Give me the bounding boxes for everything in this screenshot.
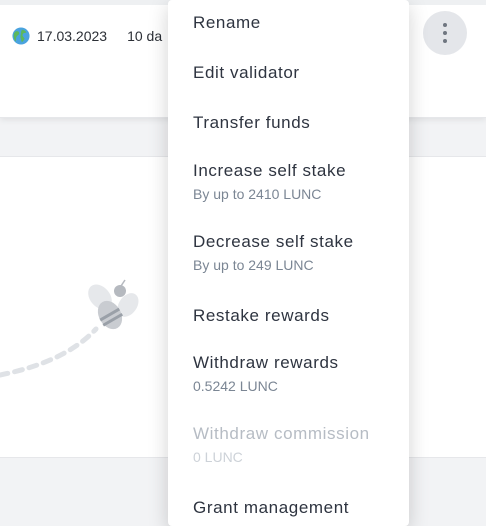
menu-item-label: Restake rewards [193, 306, 330, 325]
menu-item-transfer-funds[interactable]: Transfer funds [193, 113, 403, 133]
menu-item-label: Withdraw rewards [193, 353, 339, 372]
menu-item-sublabel: 0 LUNC [193, 449, 243, 465]
validator-actions-menu: Rename Edit validator Transfer funds Inc… [168, 0, 409, 526]
menu-item-label: Decrease self stake [193, 232, 354, 251]
menu-item-grant-management[interactable]: Grant management [193, 498, 403, 518]
more-options-button[interactable] [423, 11, 467, 55]
days-label: 10 da [127, 28, 163, 44]
menu-item-label: Withdraw commission [193, 424, 370, 443]
menu-item-label: Increase self stake [193, 161, 347, 180]
validator-info-row: 17.03.2023 10 da [12, 26, 162, 46]
bee-illustration-icon [0, 279, 139, 378]
menu-item-sublabel: By up to 2410 LUNC [193, 186, 322, 202]
globe-icon [12, 27, 30, 45]
menu-item-label: Grant management [193, 498, 350, 517]
app-root: 17.03.2023 10 da Rename Edit validator T… [0, 0, 486, 526]
menu-item-sublabel: 0.5242 LUNC [193, 378, 278, 394]
menu-item-decrease-self-stake[interactable]: Decrease self stake By up to 249 LUNC [193, 232, 403, 273]
menu-item-withdraw-commission: Withdraw commission 0 LUNC [193, 424, 403, 465]
menu-item-label: Transfer funds [193, 113, 311, 132]
menu-item-withdraw-rewards[interactable]: Withdraw rewards 0.5242 LUNC [193, 353, 403, 394]
menu-item-label: Rename [193, 13, 261, 32]
menu-item-rename[interactable]: Rename [193, 13, 403, 33]
date-label: 17.03.2023 [37, 28, 108, 44]
more-vertical-icon [443, 21, 447, 45]
menu-item-restake-rewards[interactable]: Restake rewards [193, 306, 403, 326]
menu-item-increase-self-stake[interactable]: Increase self stake By up to 2410 LUNC [193, 161, 403, 202]
menu-item-label: Edit validator [193, 63, 300, 82]
menu-item-sublabel: By up to 249 LUNC [193, 257, 314, 273]
menu-item-edit-validator[interactable]: Edit validator [193, 63, 403, 83]
